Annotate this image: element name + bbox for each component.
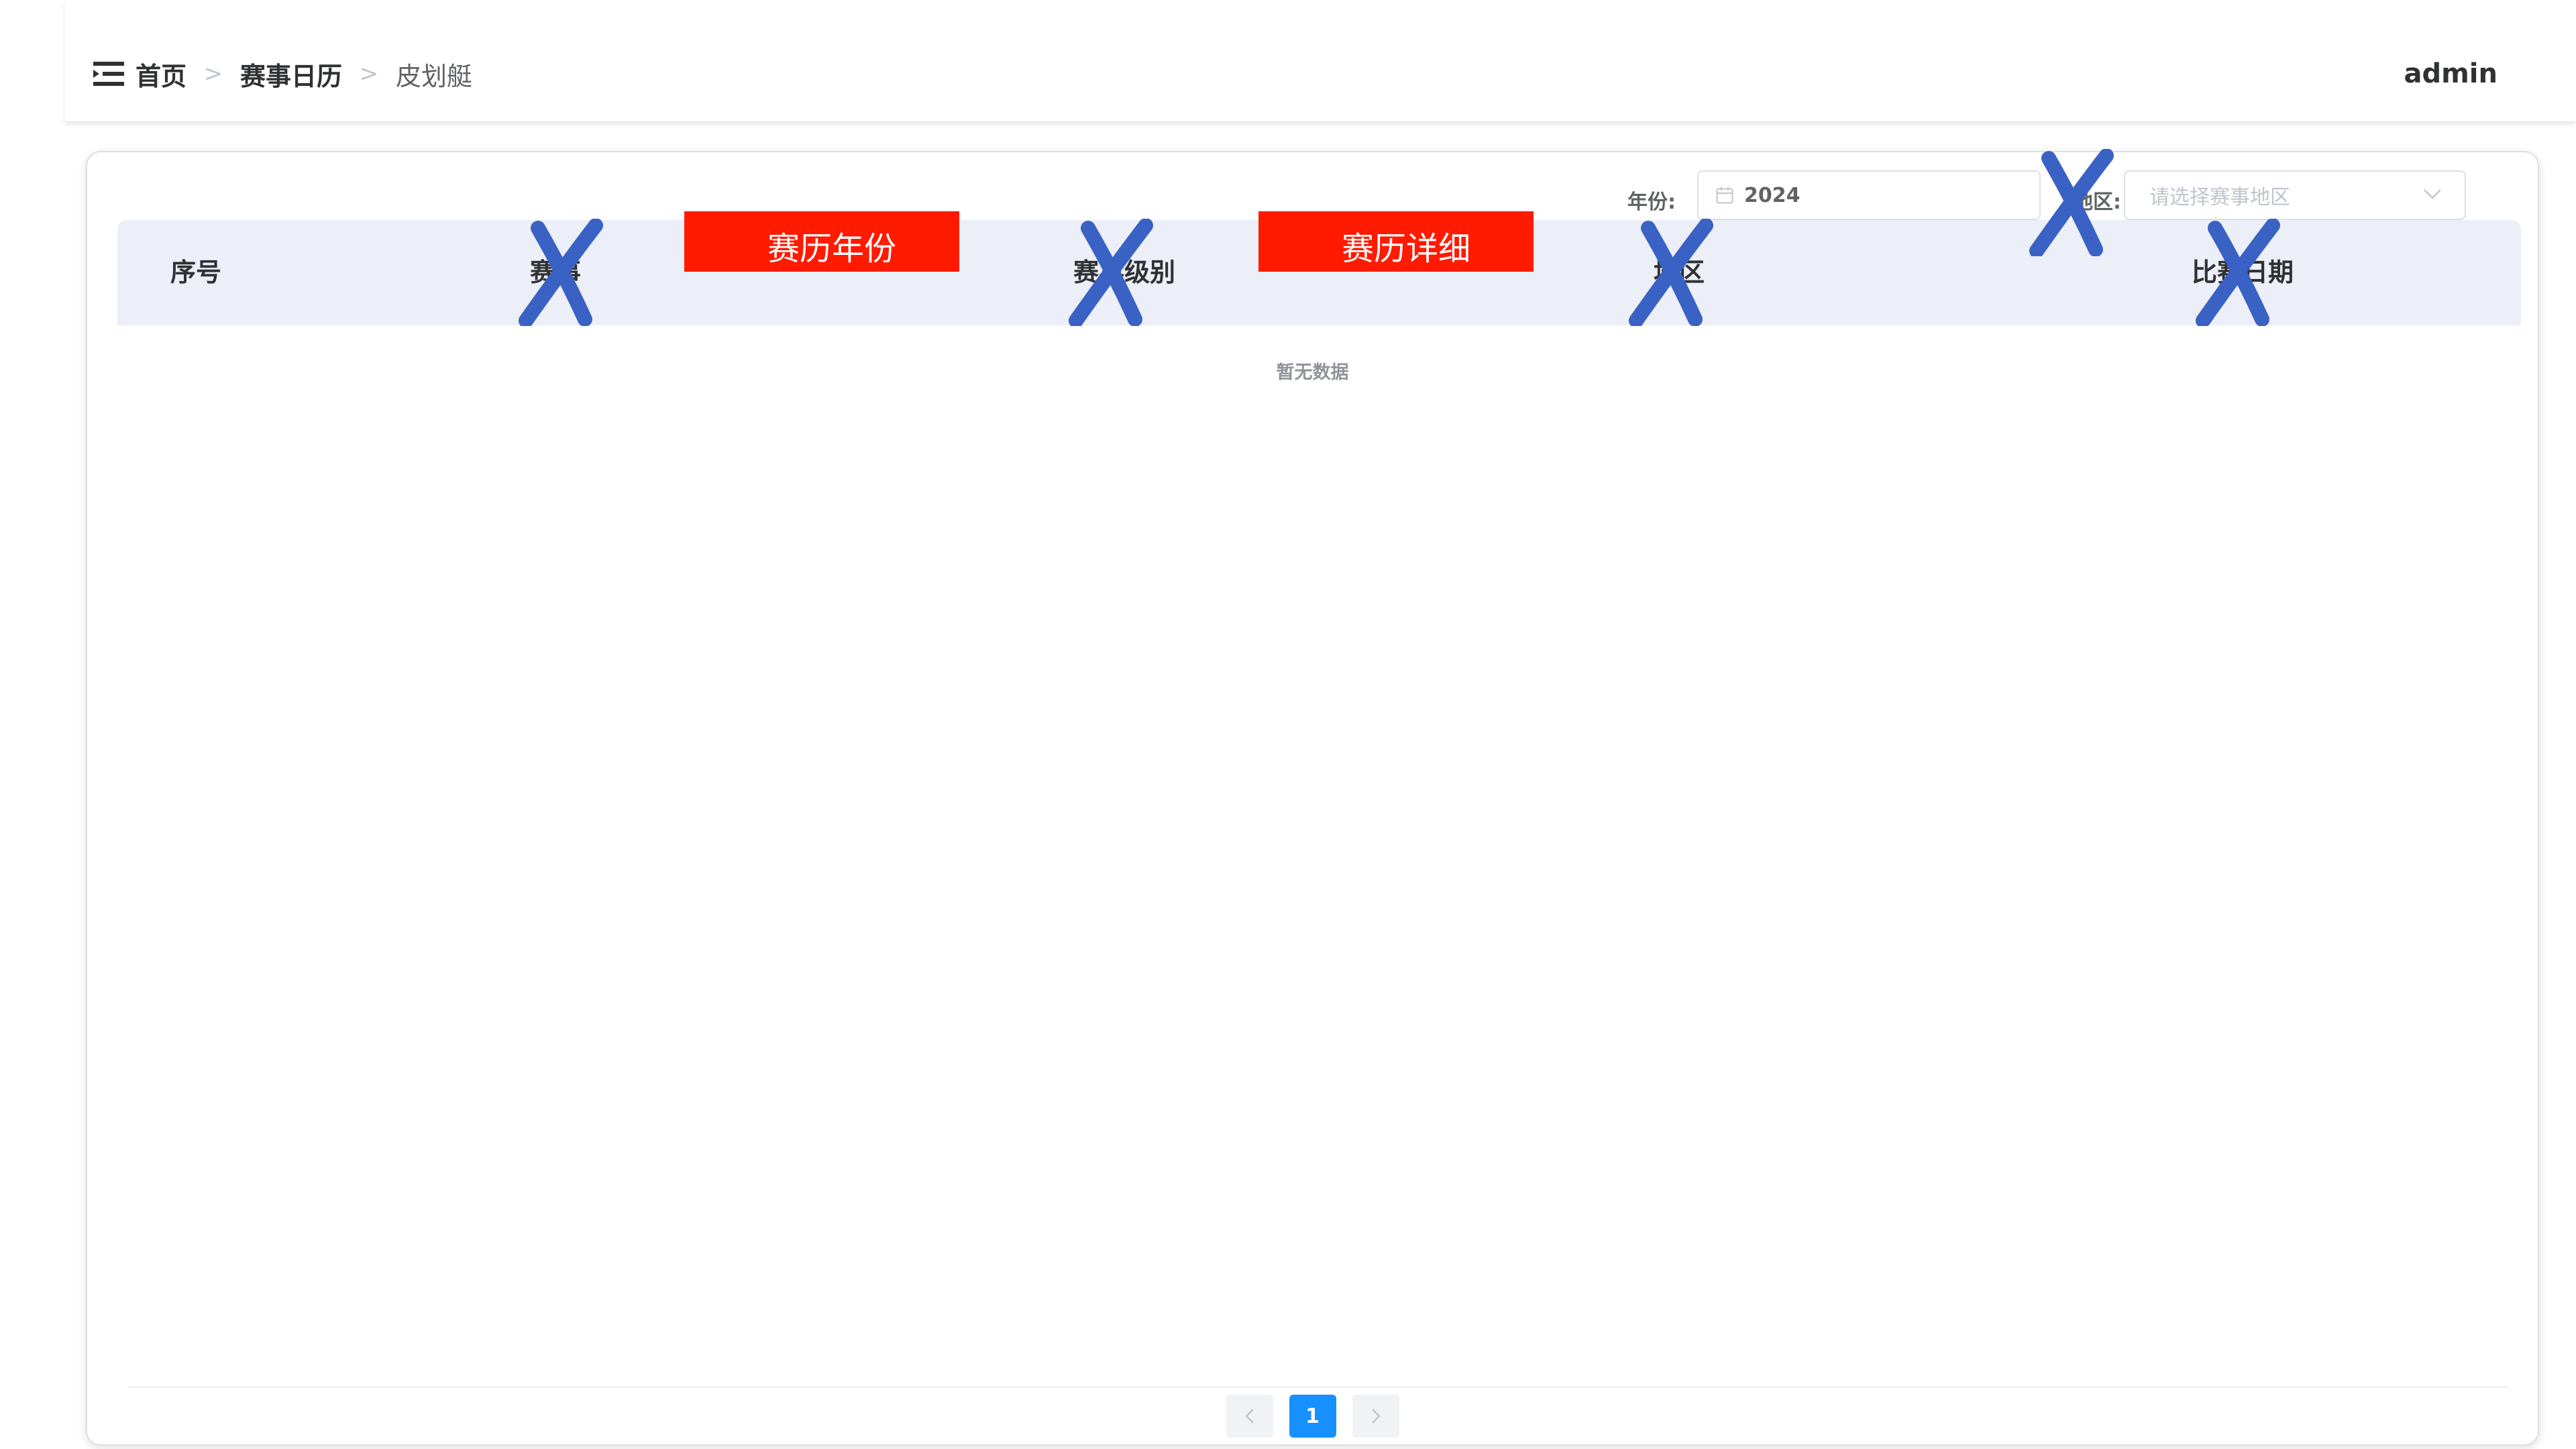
breadcrumb: 首页 > 赛事日历 > 皮划艇 [136,54,472,94]
year-picker[interactable]: 2024 [1697,170,2041,220]
pagination: 1 [87,1395,2538,1438]
top-navbar: 首页 > 赛事日历 > 皮划艇 admin [65,0,2576,122]
next-page-button[interactable] [1352,1395,1399,1438]
empty-state-text: 暂无数据 [1276,362,1349,383]
column-header-index: 序号 [170,258,222,287]
calendar-icon [1716,186,1733,204]
chevron-left-icon [1244,1409,1254,1424]
x-mark-icon [519,219,603,326]
menu-fold-icon[interactable] [93,62,124,86]
breadcrumb-separator-icon: > [359,60,379,87]
breadcrumb-current: 皮划艇 [396,61,473,91]
user-menu[interactable]: admin [2404,54,2498,94]
x-mark-icon [2029,149,2114,256]
annotation-label-year: 赛历年份 [684,211,959,272]
chevron-right-icon [1371,1409,1381,1424]
year-value: 2024 [1744,183,1801,207]
region-select[interactable]: 请选择赛事地区 [2124,170,2466,220]
breadcrumb-event-calendar[interactable]: 赛事日历 [240,56,342,93]
pagination-divider [127,1387,2509,1388]
prev-page-button[interactable] [1226,1395,1273,1438]
breadcrumb-home[interactable]: 首页 [136,56,186,93]
annotation-label-detail: 赛历详细 [1258,211,1534,272]
x-mark-icon [2196,219,2280,326]
main-card: 年份: 2024 地区: 请选择赛事地区 序号 赛事 赛事级别 地区 比赛日期 … [86,151,2539,1446]
page-number-button[interactable]: 1 [1289,1395,1336,1438]
breadcrumb-separator-icon: > [203,60,223,87]
x-mark-icon [1069,219,1153,326]
region-placeholder: 请选择赛事地区 [2149,186,2290,209]
x-mark-icon [1629,219,1713,326]
chevron-down-icon [2424,189,2441,199]
